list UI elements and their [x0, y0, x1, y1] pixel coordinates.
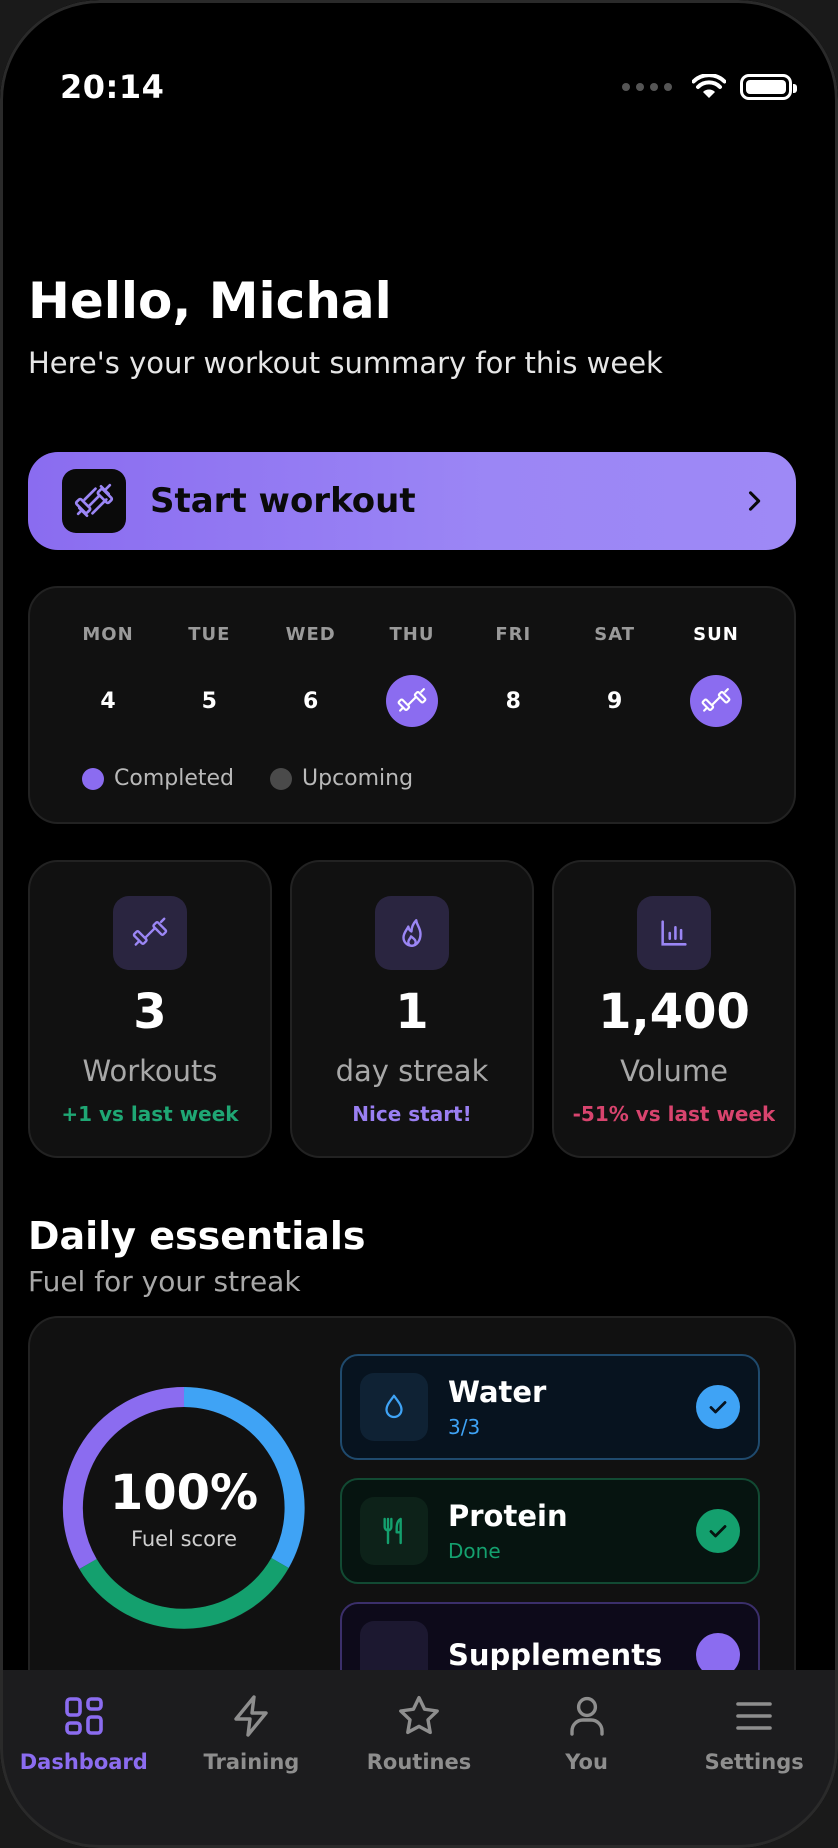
day-mon[interactable]: MON 4 — [58, 624, 158, 727]
day-name: WED — [285, 624, 336, 645]
dumbbell-icon — [62, 469, 126, 533]
stat-value: 3 — [133, 984, 167, 1040]
day-sun[interactable]: SUN — [666, 624, 766, 727]
day-fri[interactable]: FRI 8 — [463, 624, 563, 727]
lightning-icon — [234, 1695, 269, 1737]
day-number: 6 — [303, 688, 319, 714]
legend-upcoming-label: Upcoming — [302, 766, 414, 791]
day-name: SUN — [693, 624, 739, 645]
legend-completed-label: Completed — [114, 766, 234, 791]
day-tue[interactable]: TUE 5 — [159, 624, 259, 727]
star-icon — [399, 1695, 439, 1735]
essential-item-protein[interactable]: Protein Done — [340, 1478, 760, 1584]
nav-training[interactable]: Training — [168, 1670, 336, 1848]
day-name: MON — [82, 624, 134, 645]
phone-screen: 20:14 Hello, Michal Here's your workout … — [0, 0, 838, 1848]
check-icon[interactable] — [696, 1385, 740, 1429]
essentials-card: 100% Fuel score Water 3/3 Protein Done S… — [28, 1316, 796, 1696]
completed-workout-icon — [689, 675, 742, 727]
stat-delta: Nice start! — [352, 1102, 472, 1126]
stat-delta: +1 vs last week — [61, 1102, 239, 1126]
stat-label: Workouts — [82, 1054, 218, 1088]
day-name: THU — [389, 624, 435, 645]
start-workout-button[interactable]: Start workout — [28, 452, 796, 550]
flame-icon — [375, 896, 449, 970]
start-workout-label: Start workout — [150, 481, 416, 521]
essential-name: Supplements — [448, 1638, 663, 1672]
essentials-subtitle: Fuel for your streak — [28, 1265, 301, 1298]
check-icon[interactable] — [696, 1509, 740, 1553]
status-icons — [622, 74, 797, 100]
stat-label: day streak — [335, 1054, 489, 1088]
nav-label: You — [565, 1750, 608, 1774]
day-number: 5 — [201, 688, 217, 714]
nav-label: Dashboard — [19, 1750, 148, 1774]
completed-dot-icon — [82, 767, 104, 790]
stat-value: 1 — [395, 984, 429, 1040]
status-time: 20:14 — [60, 68, 165, 106]
menu-icon — [736, 1702, 772, 1730]
battery-icon — [740, 74, 797, 100]
day-name: TUE — [188, 624, 231, 645]
greeting-subtitle: Here's your workout summary for this wee… — [28, 346, 663, 380]
dashboard-icon — [64, 1697, 103, 1735]
utensils-icon — [360, 1497, 428, 1565]
day-name: FRI — [495, 624, 532, 645]
completed-workout-icon — [385, 675, 438, 727]
week-days: MON 4 TUE 5 WED 6 THU FRI 8 SAT 9 SUN — [58, 624, 766, 727]
nav-label: Settings — [704, 1750, 804, 1774]
stat-label: Volume — [620, 1054, 728, 1088]
water-drop-icon — [360, 1373, 428, 1441]
upcoming-dot-icon — [270, 767, 292, 790]
legend-completed: Completed — [82, 766, 234, 791]
fuel-score-label: Fuel score — [130, 1527, 238, 1551]
signal-dots-icon — [622, 83, 672, 91]
day-name: SAT — [594, 624, 636, 645]
nav-label: Training — [203, 1750, 300, 1774]
day-number: 9 — [606, 688, 623, 714]
bottom-nav: Dashboard Training Routines You Settings — [0, 1670, 838, 1848]
nav-you[interactable]: You — [503, 1670, 671, 1848]
stat-delta: -51% vs last week — [572, 1102, 776, 1126]
essential-status: 3/3 — [448, 1415, 481, 1439]
day-thu[interactable]: THU — [362, 624, 462, 727]
stat-card-volume[interactable]: 1,400 Volume -51% vs last week — [552, 860, 796, 1158]
essential-name: Protein — [448, 1499, 568, 1533]
stat-card-streak[interactable]: 1 day streak Nice start! — [290, 860, 534, 1158]
wifi-icon — [692, 74, 726, 98]
fuel-score-value: 100% — [109, 1465, 259, 1521]
essential-item-water[interactable]: Water 3/3 — [340, 1354, 760, 1460]
day-number: 8 — [505, 688, 521, 714]
legend-upcoming: Upcoming — [270, 766, 413, 791]
week-legend: Completed Upcoming — [82, 766, 413, 791]
nav-routines[interactable]: Routines — [335, 1670, 503, 1848]
nav-dashboard[interactable]: Dashboard — [0, 1670, 168, 1848]
stat-card-workouts[interactable]: 3 Workouts +1 vs last week — [28, 860, 272, 1158]
greeting-title: Hello, Michal — [28, 272, 392, 330]
day-number: 4 — [100, 688, 116, 714]
stat-value: 1,400 — [598, 984, 750, 1040]
essential-name: Water — [448, 1375, 547, 1409]
day-wed[interactable]: WED 6 — [261, 624, 361, 727]
week-calendar-card: MON 4 TUE 5 WED 6 THU FRI 8 SAT 9 SUN Completed Upc… — [28, 586, 796, 824]
bar-chart-icon — [637, 896, 711, 970]
nav-settings[interactable]: Settings — [670, 1670, 838, 1848]
nav-label: Routines — [366, 1750, 472, 1774]
essential-status: Done — [448, 1539, 501, 1563]
essentials-title: Daily essentials — [28, 1214, 366, 1258]
fuel-score: 100% Fuel score — [62, 1386, 306, 1630]
day-sat[interactable]: SAT 9 — [565, 624, 665, 727]
chevron-right-icon — [748, 491, 761, 511]
dumbbell-icon — [113, 896, 187, 970]
user-icon — [569, 1696, 604, 1736]
